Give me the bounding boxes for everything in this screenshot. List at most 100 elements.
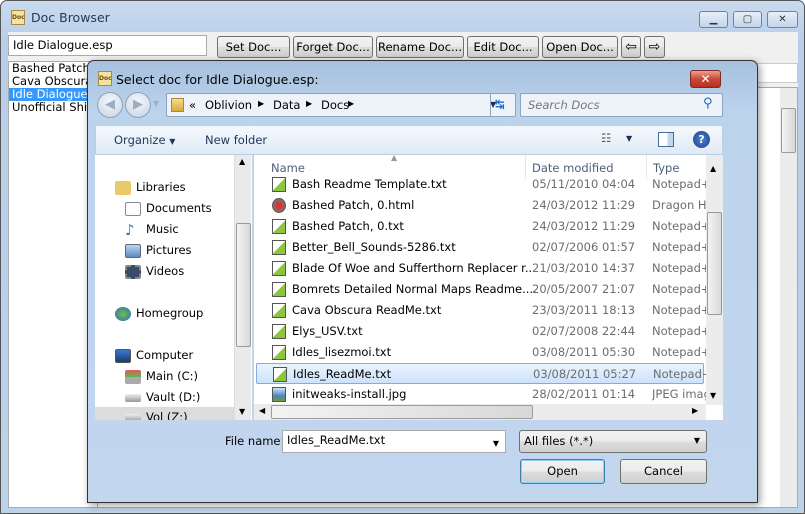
file-name: initweaks-install.jpg (292, 387, 407, 401)
file-hscroll-thumb[interactable] (271, 405, 533, 419)
forward-button[interactable]: ▶ (125, 92, 151, 118)
file-date: 24/03/2012 11:29 (532, 219, 636, 233)
nav-main-drive[interactable]: Main (C:) (125, 366, 198, 386)
nav-label: Documents (146, 201, 212, 215)
address-bar[interactable]: « Oblivion ▶ Data ▶ Docs ▶ ▼ ↹ (166, 93, 516, 117)
nav-homegroup[interactable]: Homegroup (115, 303, 203, 323)
file-date: 23/03/2011 18:13 (532, 303, 636, 317)
file-date: 05/11/2010 04:04 (532, 177, 636, 191)
organize-button[interactable]: Organize ▼ (114, 133, 175, 147)
scroll-left-icon[interactable]: ◀ (259, 406, 265, 415)
window-title: Doc Browser (31, 10, 110, 25)
file-name: Bashed Patch, 0.html (292, 198, 415, 212)
pictures-icon (125, 243, 141, 258)
file-row[interactable]: Better_Bell_Sounds-5286.txt 02/07/2006 01… (256, 237, 706, 258)
file-row[interactable]: Blade Of Woe and Sufferthorn Replacer r.… (256, 258, 706, 279)
scroll-up-icon[interactable]: ▲ (239, 157, 245, 166)
help-icon[interactable]: ? (693, 131, 710, 148)
file-row[interactable]: Idles_lisezmoi.txt 03/08/2011 05:30 Notepa… (256, 342, 706, 363)
mod-name-field[interactable]: Idle Dialogue.esp (8, 35, 207, 56)
file-row[interactable]: initweaks-install.jpg 28/02/2011 01:14 JPE… (256, 384, 706, 405)
drive-icon (125, 393, 141, 402)
mod-item[interactable]: Cava Obscura - (9, 75, 97, 88)
chevron-right-icon[interactable]: ▶ (348, 99, 354, 108)
dialog-close-button[interactable]: ✕ (690, 70, 721, 88)
txt-file-icon (272, 177, 286, 192)
file-type: Notepad+ (652, 240, 706, 254)
file-name-input[interactable]: Idles_ReadMe.txt ▼ (282, 430, 506, 453)
mod-item[interactable]: Bashed Patch, 0 (9, 62, 97, 75)
minimize-button[interactable]: ▁ (699, 11, 728, 28)
txt-file-icon (272, 282, 286, 297)
mod-item[interactable]: Unofficial Shivering Isles (9, 101, 97, 114)
nav-vault-drive[interactable]: Vault (D:) (125, 387, 200, 407)
chevron-down-icon[interactable]: ▼ (493, 436, 499, 451)
refresh-icon[interactable]: ↹ (495, 97, 505, 111)
txt-file-icon (272, 324, 286, 339)
nav-documents[interactable]: Documents (125, 198, 212, 218)
nav-label: Libraries (136, 180, 186, 194)
view-options-icon[interactable]: ☷ (601, 131, 611, 145)
forget-doc-button[interactable]: Forget Doc... (293, 36, 373, 58)
txt-file-icon (272, 303, 286, 318)
set-doc-button[interactable]: Set Doc... (217, 36, 290, 58)
file-row[interactable]: Bashed Patch, 0.txt 24/03/2012 11:29 Notep… (256, 216, 706, 237)
back-arrow-button[interactable]: ⇦ (621, 36, 641, 58)
nav-scroll-thumb[interactable] (236, 223, 251, 347)
breadcrumb-oblivion[interactable]: Oblivion (205, 98, 252, 112)
file-row[interactable]: Bash Readme Template.txt 05/11/2010 04:04… (256, 174, 706, 195)
view-dropdown-icon[interactable]: ▼ (626, 134, 632, 143)
jpg-file-icon (272, 387, 286, 402)
file-scroll-thumb[interactable] (707, 212, 722, 315)
scroll-down-icon[interactable]: ▼ (710, 391, 716, 400)
open-button[interactable]: Open (520, 459, 605, 484)
chevron-right-icon[interactable]: ▶ (306, 99, 312, 108)
recent-pages-chevron-icon[interactable]: ▼ (153, 99, 159, 108)
preview-pane-icon[interactable] (658, 132, 674, 147)
computer-icon (115, 348, 131, 363)
file-row-selected[interactable]: Idles_ReadMe.txt 03/08/2011 05:27 Notepad+ (256, 363, 707, 384)
edit-doc-button[interactable]: Edit Doc... (467, 36, 539, 58)
back-button[interactable]: ◀ (97, 92, 123, 118)
file-list-hscrollbar[interactable]: ◀ ▶ (254, 404, 706, 420)
system-drive-icon (125, 369, 141, 384)
file-row[interactable]: Bashed Patch, 0.html 24/03/2012 11:29 Drag… (256, 195, 706, 216)
nav-pictures[interactable]: Pictures (125, 240, 192, 260)
maximize-button[interactable]: ▢ (733, 11, 762, 28)
breadcrumb-docs[interactable]: Docs (321, 98, 349, 112)
nav-computer[interactable]: Computer (115, 345, 193, 365)
nav-pane-scrollbar[interactable]: ▲ ▼ (234, 155, 251, 420)
organize-label: Organize (114, 133, 166, 147)
file-type: Notepad+ (652, 261, 706, 275)
search-input[interactable]: Search Docs (520, 93, 723, 117)
nav-libraries[interactable]: Libraries (115, 177, 186, 197)
search-icon[interactable]: ⚲ (703, 96, 713, 111)
close-button[interactable]: ✕ (767, 11, 798, 28)
scroll-down-icon[interactable]: ▼ (239, 407, 245, 416)
cancel-button[interactable]: Cancel (620, 459, 707, 484)
new-folder-button[interactable]: New folder (205, 133, 267, 147)
scroll-up-icon[interactable]: ▲ (710, 164, 716, 173)
file-row[interactable]: Bomrets Detailed Normal Maps Readme.... 2… (256, 279, 706, 300)
forward-arrow-button[interactable]: ⇨ (644, 36, 665, 58)
breadcrumb-data[interactable]: Data (273, 98, 300, 112)
file-list-vscrollbar[interactable]: ▲ ▼ (706, 155, 723, 405)
nav-music[interactable]: ♪ Music (125, 219, 179, 239)
nav-label: Computer (136, 348, 194, 362)
rename-doc-button[interactable]: Rename Doc... (376, 36, 464, 58)
nav-videos[interactable]: Videos (125, 261, 184, 281)
chevron-right-icon[interactable]: ▶ (258, 99, 264, 108)
viewer-scrollbar[interactable] (780, 88, 797, 507)
breadcrumb-overflow[interactable]: « (189, 98, 196, 112)
file-row[interactable]: Cava Obscura ReadMe.txt 23/03/2011 18:13 N… (256, 300, 706, 321)
txt-file-icon (273, 367, 287, 382)
scroll-right-icon[interactable]: ▶ (692, 406, 698, 415)
file-type-select[interactable]: All files (*.*) ▼ (519, 430, 707, 453)
viewer-scroll-thumb[interactable] (781, 108, 796, 153)
nav-vol-drive[interactable]: Vol (Z:) (95, 407, 241, 420)
open-doc-button[interactable]: Open Doc... (542, 36, 618, 58)
mod-item-selected[interactable]: Idle Dialogue.esp (9, 88, 97, 101)
file-date: 02/07/2008 22:44 (532, 324, 636, 338)
txt-file-icon (272, 219, 286, 234)
file-row[interactable]: Elys_USV.txt 02/07/2008 22:44 Notepad+ (256, 321, 706, 342)
